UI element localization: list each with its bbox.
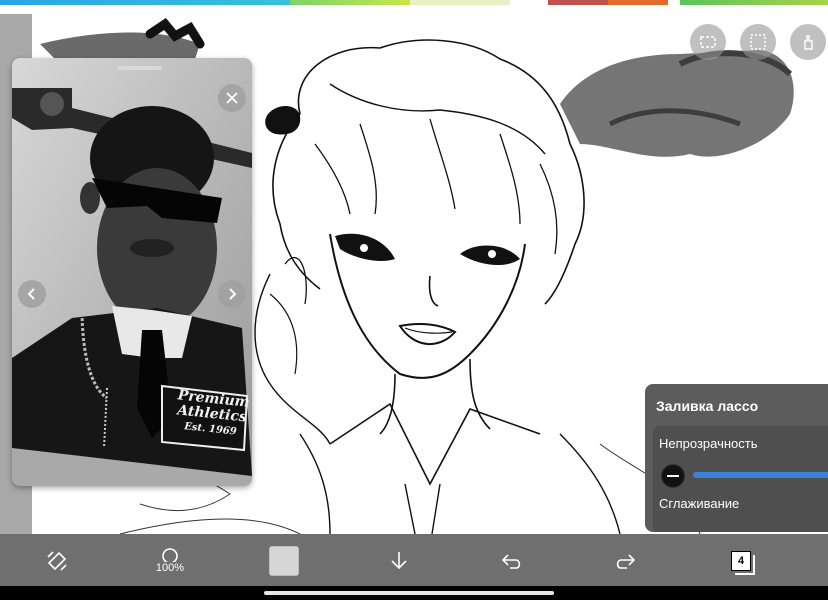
selection-tool-button[interactable] (690, 24, 726, 60)
undo-icon (501, 554, 521, 569)
chevron-left-icon (27, 288, 35, 300)
grid-tool-button[interactable] (740, 24, 776, 60)
status-gradient-left (0, 0, 290, 5)
next-button[interactable] (218, 280, 246, 308)
status-gradient-mid (290, 0, 410, 5)
close-icon (226, 92, 238, 104)
smoothing-label: Сглаживание (659, 496, 740, 511)
download-button[interactable] (384, 546, 414, 576)
status-thumb-1 (548, 0, 608, 5)
previous-button[interactable] (18, 280, 46, 308)
grid-icon (750, 34, 766, 50)
lasso-fill-panel[interactable]: Заливка лассо Непрозрачность Сглаживание (645, 384, 828, 532)
transform-button[interactable] (42, 546, 72, 576)
color-button[interactable] (269, 546, 299, 576)
status-gradient-mid2 (410, 0, 510, 5)
brush-size-button[interactable]: 100% (150, 546, 190, 576)
patch-text: Premium Athletics Est. 1969 (170, 387, 252, 441)
color-swatch (269, 546, 299, 576)
status-strip (0, 0, 828, 14)
layers-icon: 4 (731, 551, 755, 575)
transform-icon (47, 551, 67, 571)
lasso-fill-settings: Непрозрачность Сглаживание (653, 426, 828, 532)
redo-icon (616, 554, 636, 569)
opacity-label: Непрозрачность (659, 436, 758, 451)
status-gradient-right (680, 0, 828, 5)
layers-count: 4 (737, 555, 745, 567)
hand-icon (804, 35, 813, 50)
chevron-right-icon (229, 288, 237, 300)
brush-size-icon (162, 548, 178, 562)
layers-button[interactable]: 4 (726, 546, 756, 576)
lasso-fill-title: Заливка лассо (656, 398, 759, 414)
opacity-slider[interactable] (693, 472, 828, 478)
drag-handle[interactable] (118, 66, 162, 70)
status-thumb-2 (608, 0, 668, 5)
redo-button[interactable] (610, 546, 640, 576)
close-button[interactable] (218, 84, 246, 112)
reference-panel[interactable]: Premium Athletics Est. 1969 (12, 58, 252, 486)
finger-tool-button[interactable] (790, 24, 826, 60)
selection-icon (700, 36, 716, 48)
opacity-slider-knob[interactable] (661, 464, 685, 488)
home-indicator (264, 591, 554, 595)
download-icon (391, 552, 407, 570)
undo-button[interactable] (497, 546, 527, 576)
brush-size-value: 100% (155, 562, 185, 574)
bottom-toolbar: 100% 4 (0, 534, 828, 586)
